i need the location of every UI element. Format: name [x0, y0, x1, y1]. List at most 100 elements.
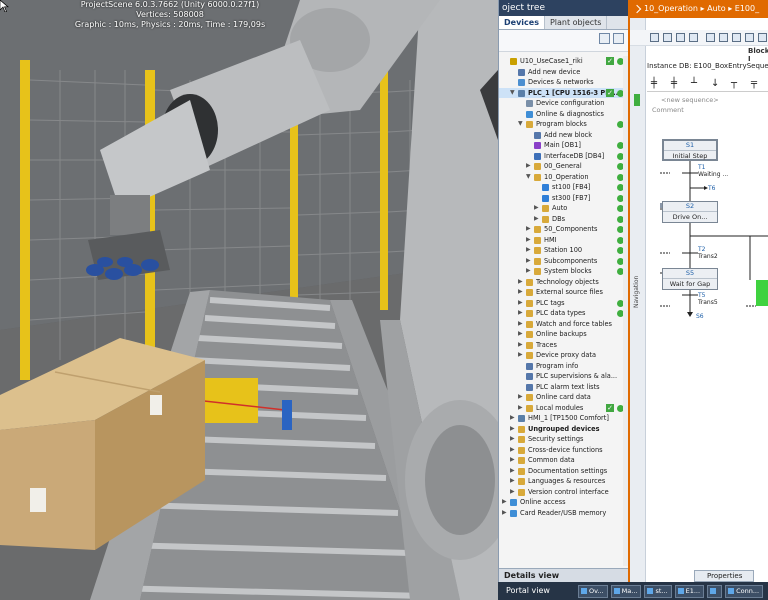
properties-tab[interactable]: Properties	[694, 570, 754, 582]
tree-item[interactable]: ▶ Cross-device functions	[499, 445, 628, 456]
tree-item[interactable]: ▶ PLC tags	[499, 298, 628, 309]
tree-item[interactable]: ▼ PLC_1 [CPU 1516-3 PN/... ✓	[499, 87, 628, 99]
tree-item[interactable]: Add new device	[499, 67, 628, 78]
tree-item[interactable]: ▶ Traces	[499, 340, 628, 351]
tree-item[interactable]: Device configuration	[499, 98, 628, 109]
taskbar-item[interactable]: Conn...	[725, 584, 764, 598]
chevron-right-icon[interactable]: ▶	[526, 266, 532, 277]
tree-item[interactable]: ▶ Station 100	[499, 245, 628, 256]
tree-item[interactable]: PLC supervisions & ala...	[499, 371, 628, 382]
chevron-right-icon[interactable]: ▶	[518, 392, 524, 403]
tree-item[interactable]: ▶ Technology objects	[499, 277, 628, 288]
chevron-right-icon[interactable]: ▶	[518, 308, 524, 319]
chevron-right-icon[interactable]: ▶	[510, 413, 516, 424]
tree-item[interactable]: ▶ Device proxy data	[499, 350, 628, 361]
tree-item[interactable]: ▶ Version control interface	[499, 487, 628, 498]
tree-item[interactable]: ▼ Program blocks	[499, 119, 628, 130]
toolbar-button-8[interactable]	[745, 33, 754, 42]
tree-item[interactable]: U10_UseCase1_riki ✓	[499, 56, 628, 67]
tree-item[interactable]: Devices & networks	[499, 77, 628, 88]
tree-item[interactable]: ▶ HMI_1 [TP1500 Comfort]	[499, 413, 628, 424]
taskbar-item[interactable]: st...	[644, 584, 672, 598]
portal-view-button[interactable]: Portal view	[498, 582, 578, 600]
tree-item[interactable]: ▶ System blocks	[499, 266, 628, 277]
chevron-right-icon[interactable]: ▶	[510, 434, 516, 445]
toolbar-button-7[interactable]	[732, 33, 741, 42]
toolbar-button-3[interactable]	[676, 33, 685, 42]
chevron-right-icon[interactable]: ▶	[510, 476, 516, 487]
toolbar-button-4[interactable]	[689, 33, 698, 42]
transition-t5[interactable]: T5 Trans5	[698, 292, 718, 306]
tree-item[interactable]: ▶ Ungrouped devices	[499, 424, 628, 435]
chevron-right-icon[interactable]: ▶	[526, 235, 532, 246]
comment-field[interactable]: Comment	[652, 106, 684, 114]
taskbar-item[interactable]: E1...	[674, 584, 705, 598]
chevron-down-icon[interactable]: ▼	[518, 119, 524, 130]
table-view-icon[interactable]	[613, 33, 624, 44]
chevron-right-icon[interactable]: ▶	[510, 424, 516, 435]
tree-item[interactable]: ▶ Local modules ✓	[499, 403, 628, 414]
tree-item[interactable]: ▶ Documentation settings	[499, 466, 628, 477]
chevron-right-icon[interactable]: ▶	[510, 445, 516, 456]
toolbar-button-5[interactable]	[706, 33, 715, 42]
details-view-bar[interactable]: Details view	[499, 568, 628, 582]
chevron-right-icon[interactable]: ▶	[534, 214, 540, 225]
step-s1[interactable]: S1 Initial Step	[662, 139, 718, 161]
chevron-right-icon[interactable]: ▶	[518, 319, 524, 330]
step-s5[interactable]: S5 Wait for Gap	[662, 268, 718, 290]
chevron-right-icon[interactable]: ▶	[510, 487, 516, 498]
chevron-right-icon[interactable]: ▶	[518, 287, 524, 298]
tree-item[interactable]: ▶ PLC data types	[499, 308, 628, 319]
tree-item[interactable]: st100 [FB4]	[499, 182, 628, 193]
tree-item[interactable]: ▶ Security settings	[499, 434, 628, 445]
chevron-right-icon[interactable]: ▶	[510, 455, 516, 466]
chevron-right-icon[interactable]: ▶	[526, 245, 532, 256]
chevron-right-icon[interactable]: ▶	[510, 466, 516, 477]
chevron-down-icon[interactable]: ▼	[510, 88, 516, 99]
chevron-right-icon[interactable]: ▶	[526, 161, 532, 172]
alternative-branch-icon[interactable]: ╤	[751, 78, 757, 89]
tree-item[interactable]: ▶ 50_Components	[499, 224, 628, 235]
tree-item[interactable]: Program info	[499, 361, 628, 372]
transition-t2[interactable]: T2 Trans2	[698, 246, 718, 260]
tree-item[interactable]: ▼ 10_Operation	[499, 172, 628, 183]
chevron-right-icon[interactable]: ▶	[534, 203, 540, 214]
tree-item[interactable]: ▶ Languages & resources	[499, 476, 628, 487]
tree-item[interactable]: ▶ HMI	[499, 235, 628, 246]
tree-item[interactable]: ▶ Subcomponents	[499, 256, 628, 267]
tree-item[interactable]: ▶ External source files	[499, 287, 628, 298]
insert-step-icon[interactable]: ╪	[651, 78, 657, 89]
taskbar-item[interactable]: Ov...	[578, 584, 608, 598]
tree-item[interactable]: ▶ DBs	[499, 214, 628, 225]
chevron-right-icon[interactable]: ▶	[518, 340, 524, 351]
tree-item[interactable]: Add new block	[499, 130, 628, 141]
tree-item[interactable]: ▶ Online access	[499, 497, 628, 508]
block-interface-label[interactable]: Block I	[748, 47, 768, 63]
breadcrumb-path[interactable]: 10_Operation ▸ Auto ▸ E100_	[644, 4, 759, 13]
simulation-viewport[interactable]: ProjectScene 6.0.3.7662 (Unity 6000.0.27…	[0, 0, 498, 600]
chevron-right-icon[interactable]: ▶	[518, 277, 524, 288]
toolbar-button-1[interactable]	[650, 33, 659, 42]
chevron-right-icon[interactable]: ▶	[518, 403, 524, 414]
chevron-down-icon[interactable]: ▼	[526, 172, 532, 183]
chevron-right-icon[interactable]: ▶	[518, 298, 524, 309]
transition-t1[interactable]: T1 Waiting ...	[698, 164, 728, 178]
tree-item[interactable]: ▶ 00_General	[499, 161, 628, 172]
tree-item[interactable]: ▶ Online backups	[499, 329, 628, 340]
jump-target-t6[interactable]: T6	[708, 185, 715, 192]
insert-jump-icon[interactable]: ┴	[691, 78, 697, 89]
tree-item[interactable]: Main [OB1]	[499, 140, 628, 151]
tab-plant-objects[interactable]: Plant objects	[545, 16, 608, 29]
new-sequence-field[interactable]: <new sequence>	[647, 94, 727, 106]
tree-item[interactable]: st300 [FB7]	[499, 193, 628, 204]
toolbar-button-2[interactable]	[663, 33, 672, 42]
toolbar-button-9[interactable]	[758, 33, 767, 42]
taskbar-item[interactable]: Ma...	[610, 584, 642, 598]
tree-item[interactable]: Online & diagnostics	[499, 109, 628, 120]
tree-item[interactable]: ▶ Watch and force tables	[499, 319, 628, 330]
toolbar-button-6[interactable]	[719, 33, 728, 42]
tree-item[interactable]: ▶ Online card data	[499, 392, 628, 403]
chevron-right-icon[interactable]: ▶	[526, 256, 532, 267]
tree-item[interactable]: PLC alarm text lists	[499, 382, 628, 393]
tree-item[interactable]: ▶ Card Reader/USB memory	[499, 508, 628, 519]
